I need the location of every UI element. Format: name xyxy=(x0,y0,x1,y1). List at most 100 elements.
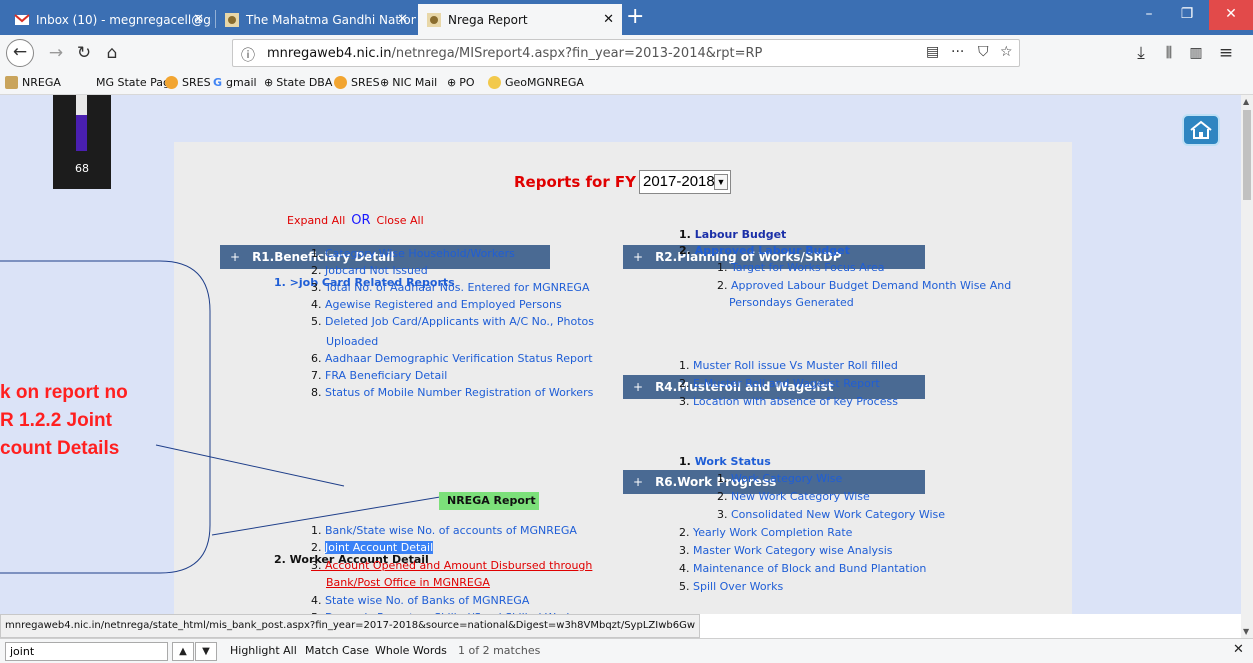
close-icon[interactable]: ✕ xyxy=(193,12,204,27)
close-icon[interactable]: ✕ xyxy=(1233,642,1244,657)
report-link[interactable]: 3. Master Work Category wise Analysis xyxy=(679,544,893,557)
expand-plus-icon[interactable]: + xyxy=(633,380,643,394)
find-previous-icon[interactable]: ▲ xyxy=(172,642,194,661)
home-icon[interactable]: ⌂ xyxy=(100,41,124,65)
bookmark-geomgnrega[interactable]: GeoMGNREGA xyxy=(488,76,584,89)
globe-icon: ⊕ xyxy=(264,76,274,89)
sres-icon xyxy=(334,76,347,89)
new-tab-icon[interactable]: + xyxy=(626,6,644,28)
back-icon[interactable]: ← xyxy=(6,39,34,67)
report-link[interactable]: 2. Approved Labour Budget Demand Month W… xyxy=(717,279,1011,292)
item-label: Work Category Wise xyxy=(731,472,843,485)
bookmark-sres-2[interactable]: SRES xyxy=(334,76,380,89)
report-link[interactable]: 4. Maintenance of Block and Bund Plantat… xyxy=(679,562,926,575)
reload-icon[interactable]: ↻ xyxy=(72,41,96,65)
report-link[interactable]: 1. Target for Works Focus Area xyxy=(717,261,884,274)
tab-mgnrega[interactable]: The Mahatma Gandhi National ✕ xyxy=(216,4,416,35)
reader-view-icon[interactable]: ▤ xyxy=(926,44,939,60)
bookmark-gmail[interactable]: Ggmail xyxy=(213,76,257,89)
nrega-icon xyxy=(224,12,240,28)
volume-indicator: 68 xyxy=(53,95,111,189)
url-host: mnregaweb4.nic.in xyxy=(267,46,392,61)
google-icon: G xyxy=(213,76,223,89)
tab-gmail[interactable]: Inbox (10) - megnregacell@gm ✕ xyxy=(6,4,212,35)
scroll-thumb[interactable] xyxy=(1243,110,1251,200)
find-next-icon[interactable]: ▼ xyxy=(195,642,217,661)
house-icon xyxy=(1190,120,1212,139)
forward-icon[interactable]: → xyxy=(44,41,68,65)
item-number: 2. xyxy=(717,279,728,292)
whole-words-toggle[interactable]: Whole Words xyxy=(375,644,447,657)
globe-icon: ⊕ xyxy=(380,76,390,89)
report-link[interactable]: 1. Muster Roll issue Vs Muster Roll fill… xyxy=(679,359,898,372)
expand-plus-icon[interactable]: + xyxy=(633,475,643,489)
item-label: Target for Works Focus Area xyxy=(731,261,885,274)
item-number: 5. xyxy=(679,580,690,593)
menu-icon[interactable]: ≡ xyxy=(1214,41,1238,65)
item-number: 2. xyxy=(679,526,690,539)
expand-plus-icon[interactable]: + xyxy=(633,250,643,264)
site-home-button[interactable] xyxy=(1182,114,1220,146)
bookmark-sres[interactable]: SRES xyxy=(165,76,211,89)
find-input[interactable]: joint xyxy=(5,642,168,661)
info-icon[interactable]: ⓘ xyxy=(241,45,255,65)
item-label: Yearly Work Completion Rate xyxy=(693,526,853,539)
report-link[interactable]: 1. Work Status xyxy=(679,455,771,468)
item-number: 1. xyxy=(717,261,728,274)
report-link[interactable]: 2. Approved Labour Budget xyxy=(679,244,850,257)
bookmark-nic-mail[interactable]: ⊕ NIC Mail xyxy=(380,76,437,89)
download-icon[interactable]: ⤓ xyxy=(1129,41,1153,65)
status-bar-url: mnregaweb4.nic.in/netnrega/state_html/mi… xyxy=(0,614,701,638)
volume-empty-bar xyxy=(76,95,87,115)
close-window-icon[interactable]: ✕ xyxy=(1209,0,1253,30)
item-number: 2. xyxy=(717,490,728,503)
pocket-icon[interactable]: ⛉ xyxy=(978,44,989,60)
address-bar[interactable]: ⓘ mnregaweb4.nic.in/netnrega/MISreport4.… xyxy=(232,39,1020,67)
volume-value: 68 xyxy=(75,162,89,175)
bookmark-star-icon[interactable]: ☆ xyxy=(1000,44,1013,60)
sidebar-icon[interactable]: ▥ xyxy=(1184,41,1208,65)
report-link[interactable]: 5. Spill Over Works xyxy=(679,580,783,593)
report-link[interactable]: 1. Labour Budget xyxy=(679,228,786,241)
navigation-bar: ← → ↻ ⌂ ⓘ mnregaweb4.nic.in/netnrega/MIS… xyxy=(0,35,1253,71)
item-number: 1. xyxy=(679,455,691,468)
url-path: /netnrega/MISreport4.aspx?fin_year=2013-… xyxy=(391,46,763,61)
item-number: 4. xyxy=(679,562,690,575)
bookmark-state-dba[interactable]: ⊕ State DBA xyxy=(264,76,332,89)
close-icon[interactable]: ✕ xyxy=(603,12,614,27)
fy-select[interactable]: 2017-2018 ▼ xyxy=(639,170,731,194)
match-case-toggle[interactable]: Match Case xyxy=(305,644,369,657)
sres-icon xyxy=(165,76,178,89)
vertical-scrollbar[interactable]: ▲ ▼ xyxy=(1241,95,1253,638)
item-label: Labour Budget xyxy=(694,228,787,241)
item-number: 3. xyxy=(679,395,690,408)
chevron-down-icon[interactable]: ▼ xyxy=(714,174,728,190)
item-label: New Work Category Wise xyxy=(731,490,870,503)
minimize-icon[interactable]: – xyxy=(1130,0,1168,30)
highlight-all-toggle[interactable]: Highlight All xyxy=(230,644,297,657)
bookmark-nrega[interactable]: NREGA xyxy=(5,76,61,89)
page-viewport: Reports for FY 2017-2018 ▼ Expand All OR C… xyxy=(0,95,1241,614)
report-link[interactable]: Persondays Generated xyxy=(729,296,854,309)
item-label: Muster Roll issue Vs Muster Roll filled xyxy=(693,359,898,372)
report-link[interactable]: 2. New Work Category Wise xyxy=(717,490,870,503)
report-link[interactable]: 2. E-Muster Roll and Wagelist Report xyxy=(679,377,880,390)
report-link[interactable]: 3. Location with absence of key Process xyxy=(679,395,898,408)
item-number: 1. xyxy=(679,359,690,372)
item-label: Spill Over Works xyxy=(693,580,784,593)
item-label: Maintenance of Block and Bund Plantation xyxy=(693,562,927,575)
restore-icon[interactable]: ❐ xyxy=(1168,0,1206,30)
bookmark-po[interactable]: ⊕ PO xyxy=(447,76,475,89)
report-link[interactable]: 3. Consolidated New Work Category Wise xyxy=(717,508,945,521)
scroll-up-icon[interactable]: ▲ xyxy=(1243,97,1249,106)
library-icon[interactable]: ⫼ xyxy=(1157,41,1181,65)
tab-nrega-report[interactable]: Nrega Report ✕ xyxy=(418,4,622,35)
item-label: Approved Labour Budget xyxy=(694,244,850,257)
report-link[interactable]: 1. Work Category Wise xyxy=(717,472,842,485)
scroll-down-icon[interactable]: ▼ xyxy=(1243,627,1249,636)
tab-bar: Inbox (10) - megnregacell@gm ✕ The Mahat… xyxy=(0,0,1253,35)
tooltip: NREGA Report xyxy=(439,492,539,510)
close-icon[interactable]: ✕ xyxy=(397,12,408,27)
page-actions-icon[interactable]: ··· xyxy=(951,44,964,60)
report-link[interactable]: 2. Yearly Work Completion Rate xyxy=(679,526,852,539)
